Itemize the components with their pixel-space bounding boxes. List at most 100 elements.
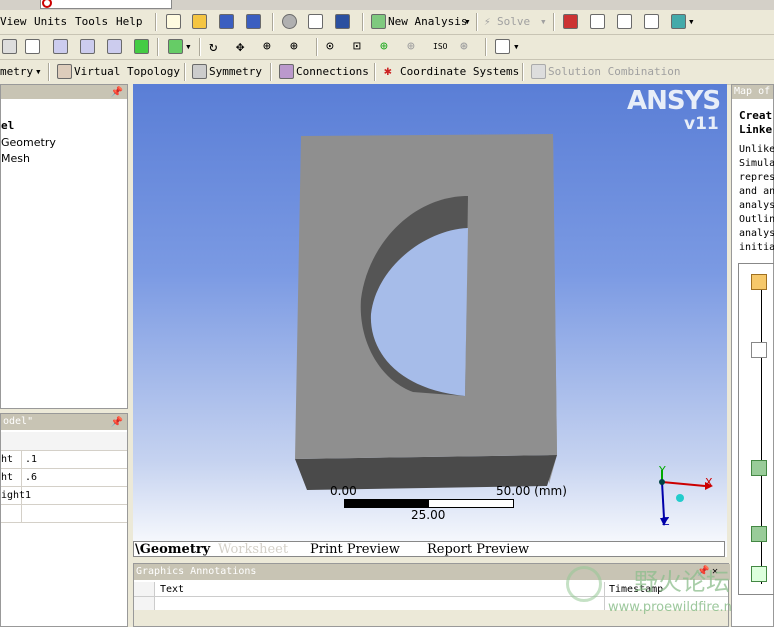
axis-x-label: X <box>705 476 713 489</box>
select-edge-icon[interactable] <box>80 39 95 54</box>
view-tab-strip: \Geometry Worksheet Print Preview Report… <box>133 541 725 557</box>
separator <box>48 63 50 81</box>
select-vertex-icon[interactable] <box>53 39 68 54</box>
separator <box>199 38 201 56</box>
text-abc-icon[interactable] <box>590 14 605 29</box>
menu-tools[interactable]: Tools <box>75 14 108 30</box>
details-panel: odel" 📌 ht .1 ht .6 ight 1 <box>0 413 128 627</box>
separator <box>316 38 318 56</box>
lightning-icon: ⚡ <box>484 15 491 28</box>
menu-help[interactable]: Help <box>116 14 143 30</box>
watermark-text: 野火论坛 <box>634 568 730 596</box>
row-value: 1 <box>25 490 32 501</box>
tree-item-geometry[interactable]: Geometry <box>1 136 56 149</box>
text-a-icon[interactable] <box>644 14 659 29</box>
chart-icon[interactable] <box>563 14 578 29</box>
separator <box>485 38 487 56</box>
step-load-icon[interactable] <box>751 342 767 358</box>
save-icon[interactable] <box>219 14 234 29</box>
graph-icon[interactable] <box>308 14 323 29</box>
box-zoom-icon[interactable]: ⊙ <box>326 39 334 55</box>
tree-item-model[interactable]: el <box>1 119 14 132</box>
separator <box>270 63 272 81</box>
cube-icon[interactable] <box>671 14 686 29</box>
zoom-fit-icon[interactable]: ⊡ <box>353 39 361 55</box>
check-icon[interactable] <box>282 14 297 29</box>
col-text[interactable]: Text <box>160 584 184 595</box>
coordinate-xyz-icon[interactable] <box>25 39 40 54</box>
scale-bar <box>344 499 514 508</box>
rotate-icon[interactable]: ↻ <box>209 39 217 55</box>
pin-icon[interactable]: 📌 <box>111 415 123 431</box>
wizard-title: Map of <box>734 86 771 97</box>
details-row[interactable]: ight 1 <box>1 487 127 505</box>
details-row[interactable] <box>1 505 127 523</box>
tab-worksheet[interactable]: Worksheet <box>218 542 288 558</box>
pin-icon[interactable]: 📌 <box>111 86 123 100</box>
step-folder-icon[interactable] <box>751 274 767 290</box>
select-mode-icon[interactable] <box>2 39 17 54</box>
extend-selection-icon[interactable] <box>168 39 183 54</box>
probe-icon[interactable] <box>617 14 632 29</box>
tab-print-preview[interactable]: Print Preview <box>310 542 400 558</box>
ansys-logo: ANSYS <box>627 86 721 116</box>
outline-panel: 📌 el Geometry Mesh <box>0 84 128 409</box>
zoom-green-icon[interactable]: ⊕ <box>380 39 388 55</box>
details-row[interactable]: ht .1 <box>1 451 127 469</box>
axis-triad[interactable] <box>643 462 723 532</box>
chevron-down-icon[interactable]: ▾ <box>513 39 520 55</box>
scale-mid-label: 25.00 <box>411 508 446 522</box>
tab-geometry[interactable]: \Geometry <box>135 542 210 558</box>
geometry-menu[interactable]: metry <box>0 64 33 80</box>
virtual-topology-button[interactable]: Virtual Topology <box>74 64 180 80</box>
open-folder-icon[interactable] <box>192 14 207 29</box>
graphics-viewport[interactable]: ANSYS v11 0.00 50.00 (mm) 25.00 X Y Z <box>133 84 727 557</box>
tree-item-mesh[interactable]: Mesh <box>1 152 30 165</box>
solution-combination-button[interactable]: Solution Combination <box>548 64 680 80</box>
zoom-previous-icon[interactable]: ⊕ <box>407 39 415 55</box>
row-key <box>1 505 22 522</box>
outline-header: 📌 <box>1 85 127 99</box>
select-body-icon[interactable] <box>134 39 149 54</box>
step-results-icon[interactable] <box>751 566 767 582</box>
connections-button[interactable]: Connections <box>296 64 369 80</box>
report-icon[interactable] <box>335 14 350 29</box>
symmetry-button[interactable]: Symmetry <box>209 64 262 80</box>
iso-view-icon[interactable]: ISO <box>433 39 447 55</box>
view-next-icon[interactable]: ⊛ <box>460 39 468 55</box>
save-as-icon[interactable] <box>246 14 261 29</box>
chevron-down-icon[interactable]: ▾ <box>688 14 695 30</box>
wizard-text: Unlike Simula repres and an analys Outli… <box>739 144 774 253</box>
wizard-header: Map of <box>732 85 773 99</box>
details-header: odel" 📌 <box>1 414 127 430</box>
step-mesh-icon[interactable] <box>751 460 767 476</box>
viewport-icon[interactable] <box>495 39 510 54</box>
menu-view[interactable]: View <box>0 14 27 30</box>
chevron-down-icon[interactable]: ▾ <box>464 14 471 30</box>
new-analysis-icon[interactable] <box>371 14 386 29</box>
chevron-down-icon[interactable]: ▾ <box>540 14 547 30</box>
axis-y-label: Y <box>659 464 666 477</box>
solve-button[interactable]: Solve <box>497 14 530 30</box>
window-tab <box>40 0 172 9</box>
details-row[interactable]: ht .6 <box>1 469 127 487</box>
zoom-icon[interactable]: ⊕ <box>263 39 271 55</box>
chevron-down-icon[interactable]: ▾ <box>185 39 192 55</box>
pan-icon[interactable]: ✥ <box>236 39 244 55</box>
separator <box>155 13 157 31</box>
coordinate-systems-button[interactable]: Coordinate Systems <box>400 64 519 80</box>
separator <box>184 63 186 81</box>
menu-toolbar: View Units Tools Help New Analysis ▾ ⚡ S… <box>0 10 774 35</box>
view-toolbar: ▾ ↻ ✥ ⊕ ⊕ ⊙ ⊡ ⊕ ⊕ ISO ⊛ ▾ <box>0 35 774 60</box>
wizard-panel: Map of Creat Linke Unlike Simula repres … <box>731 84 774 627</box>
separator <box>476 13 478 31</box>
menu-units[interactable]: Units <box>34 14 67 30</box>
step-solve-icon[interactable] <box>751 526 767 542</box>
new-file-icon[interactable] <box>166 14 181 29</box>
virtual-topology-icon <box>57 64 72 79</box>
select-face-icon[interactable] <box>107 39 122 54</box>
new-analysis-button[interactable]: New Analysis <box>388 14 467 30</box>
chevron-down-icon[interactable]: ▾ <box>35 64 42 80</box>
tab-report-preview[interactable]: Report Preview <box>427 542 529 558</box>
zoom-in-icon[interactable]: ⊕ <box>290 39 298 55</box>
